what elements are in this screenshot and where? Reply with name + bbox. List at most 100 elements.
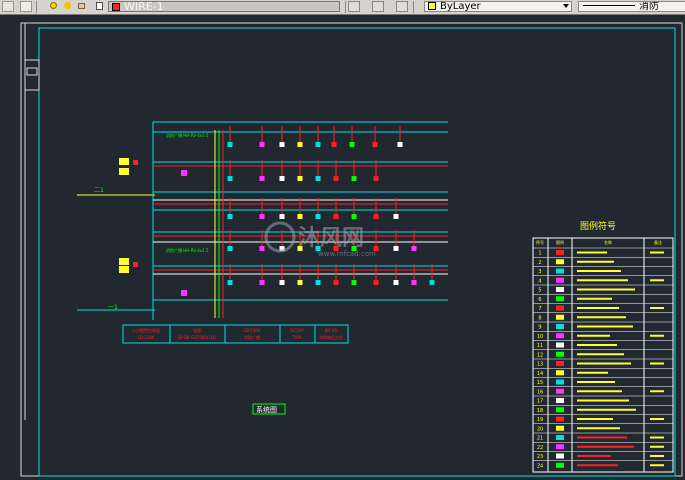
toolbar-separator (413, 1, 414, 13)
legend-row-number: 21 (537, 436, 543, 442)
floor-label: 消防广播 HH-RV-4x1.5 (166, 132, 209, 138)
device-symbol (333, 214, 339, 219)
device-symbol (259, 246, 265, 251)
equipment-model: 消防电话主机 (319, 334, 343, 340)
device-symbol (373, 214, 379, 219)
legend-symbol (556, 407, 564, 413)
equipment-model: LD-128K (137, 335, 154, 340)
device-symbol (227, 142, 233, 147)
legend-row-number: 20 (537, 426, 543, 432)
equipment-title: DC24V (290, 328, 304, 333)
device-symbol (373, 176, 379, 181)
legend-name-text (577, 353, 624, 356)
legend-title: 图例符号 (580, 220, 616, 232)
device-symbol (279, 280, 285, 285)
legend-symbol (556, 462, 564, 468)
legend-symbol (556, 425, 564, 431)
device-symbol (315, 214, 321, 219)
legend-name-text (577, 270, 621, 272)
device-symbol (373, 280, 379, 285)
legend-row-number: 12 (537, 352, 543, 358)
legend-row-number: 9 (538, 325, 541, 331)
device-symbol (315, 280, 321, 285)
legend-name-text (577, 464, 618, 467)
device-symbol (351, 176, 357, 181)
legend-row-number: 16 (537, 389, 543, 395)
legend-note-text (650, 362, 664, 365)
legend-header-cell: 备注 (654, 239, 662, 245)
legend-row-number: 17 (537, 399, 543, 405)
legend-header: 序号 图例 名称 备注 (536, 239, 662, 245)
device-symbol (297, 176, 303, 181)
device-symbol (393, 214, 399, 219)
legend-symbol (556, 305, 564, 311)
legend-row-number: 14 (537, 371, 543, 377)
legend-row-number: 5 (538, 288, 541, 294)
legend-row-number: 3 (538, 269, 541, 275)
device-symbol (351, 214, 357, 219)
layer-state-icon[interactable] (2, 1, 14, 12)
device-symbol (372, 142, 378, 147)
color-dropdown[interactable]: ByLayer (424, 1, 572, 12)
sun-icon[interactable] (64, 2, 71, 9)
legend-row-number: 8 (538, 315, 541, 321)
layer-dropdown[interactable]: WIRE-1 (108, 1, 340, 12)
device-symbol (227, 280, 233, 285)
match-layer-icon[interactable] (348, 1, 360, 12)
legend-note-text (650, 251, 664, 254)
legend-name-text (577, 399, 629, 402)
device-symbol (297, 142, 303, 147)
device-symbol (279, 214, 285, 219)
legend-note-text (650, 455, 664, 457)
legend-symbol (556, 250, 564, 255)
note-label: 系统图 (256, 405, 277, 414)
layer-color-icon[interactable] (96, 2, 103, 10)
equipment-model: TAPI (292, 335, 301, 340)
bulb-on-icon[interactable] (50, 2, 57, 9)
lock-icon[interactable] (78, 3, 85, 9)
legend-name-text (577, 260, 614, 263)
device-symbol (393, 246, 399, 251)
device-symbol (351, 280, 357, 285)
legend-symbol (556, 388, 564, 394)
layer-tools-icon[interactable] (396, 1, 408, 12)
equipment-title: 电源 (193, 327, 201, 333)
legend-row-number: 18 (537, 408, 543, 414)
equipment-title: LD-5304 (244, 328, 261, 333)
legend-row-number: 13 (537, 362, 543, 368)
legend-row-number: 6 (538, 297, 541, 303)
legend-row-number: 10 (537, 334, 543, 340)
toolbar-separator (36, 1, 37, 13)
device-symbol (227, 214, 233, 219)
legend-symbol (556, 296, 564, 302)
device-symbol (349, 142, 355, 147)
device-symbol (259, 280, 265, 285)
legend-row-number: 11 (537, 343, 543, 349)
device-symbols (227, 126, 435, 285)
legend-name-text (577, 408, 636, 411)
legend-name-text (577, 381, 615, 383)
legend-symbol (556, 342, 564, 348)
floor-label: 消防广播 HH-RV-4x1.5 (166, 247, 209, 253)
linetype-preview (583, 5, 635, 6)
legend-symbol (556, 259, 564, 265)
legend-name-text (577, 316, 626, 319)
legend-symbol (556, 324, 564, 329)
legend-symbol (556, 453, 564, 459)
linetype-dropdown[interactable]: 消防 (578, 1, 685, 12)
legend-symbol (556, 287, 564, 292)
legend-row-number: 4 (538, 278, 541, 284)
legend-name-text (577, 455, 611, 457)
legend-symbol (556, 333, 564, 339)
device-symbol (315, 176, 321, 181)
legend-row-number: 15 (537, 380, 543, 386)
legend-header-cell: 序号 (536, 239, 544, 245)
color-swatch (428, 2, 436, 10)
drawing-canvas[interactable]: 二1 一1 消防广播 HH-RV-4x1.5 消防广播 HH-RV-4x1.5 (0, 15, 685, 480)
legend-name-text (577, 371, 608, 374)
device-symbol (331, 142, 337, 147)
device-symbol (259, 214, 265, 219)
device-symbol (279, 176, 285, 181)
layer-properties-icon[interactable] (20, 1, 32, 12)
previous-layer-icon[interactable] (372, 1, 384, 12)
